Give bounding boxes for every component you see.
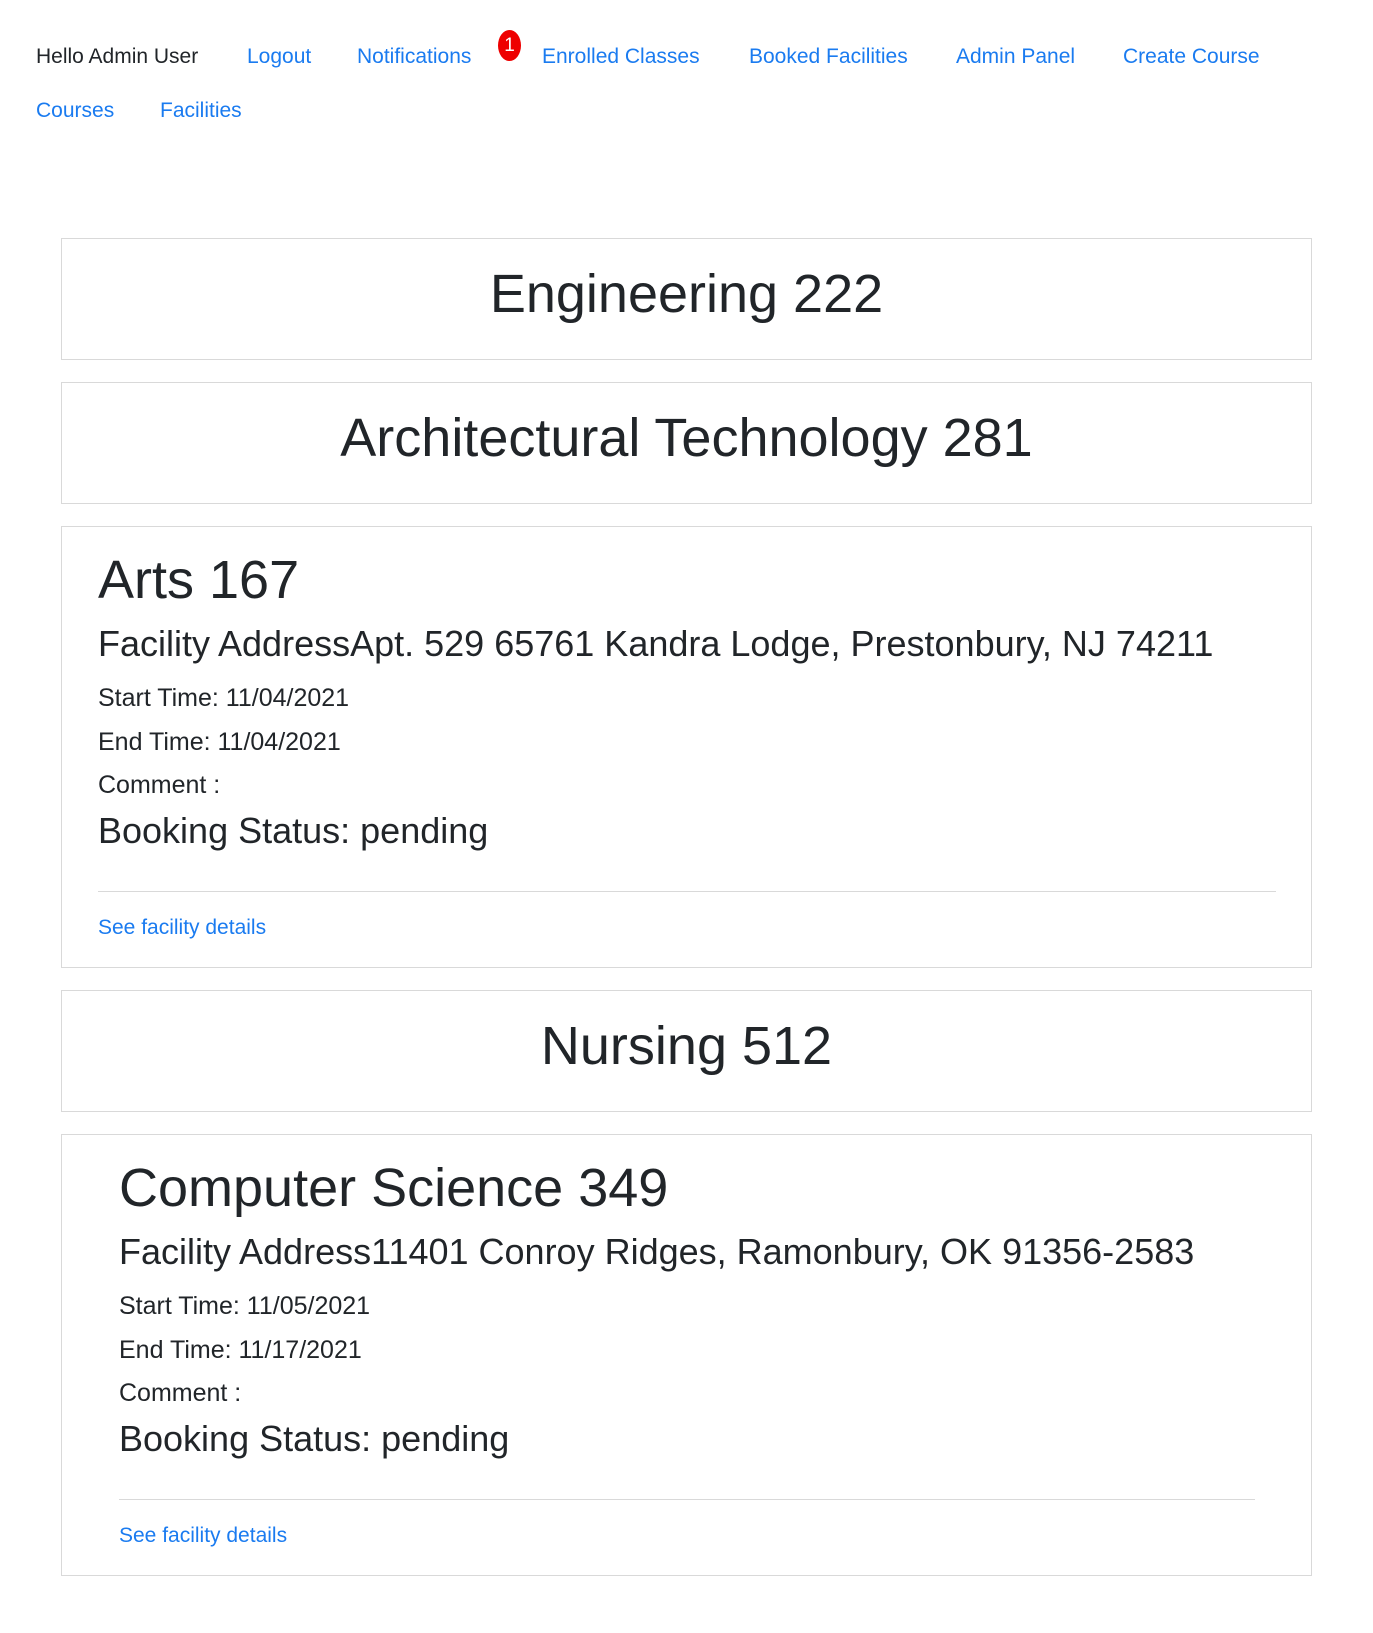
notification-count-badge[interactable]: 1 <box>498 30 521 61</box>
booking-title: Nursing 512 <box>540 1016 833 1076</box>
booking-card: Architectural Technology 281 <box>61 382 1312 504</box>
end-time: End Time: 11/04/2021 <box>98 728 341 756</box>
booking-card-expanded: Computer Science 349 Facility Address114… <box>61 1134 1312 1576</box>
see-facility-details-link[interactable]: See facility details <box>98 915 266 941</box>
facilities-link[interactable]: Facilities <box>160 98 242 124</box>
booking-card-expanded: Arts 167 Facility AddressApt. 529 65761 … <box>61 526 1312 968</box>
logout-link[interactable]: Logout <box>247 44 311 70</box>
greeting-text: Hello Admin User <box>36 45 199 68</box>
start-time: Start Time: 11/05/2021 <box>119 1292 371 1320</box>
start-time: Start Time: 11/04/2021 <box>98 684 350 712</box>
see-facility-details-link[interactable]: See facility details <box>119 1523 287 1549</box>
card-divider <box>119 1499 1255 1500</box>
top-navigation: Hello Admin User Logout Notifications 1 … <box>0 0 1373 140</box>
booking-title: Arts 167 <box>98 550 300 610</box>
admin-panel-link[interactable]: Admin Panel <box>956 44 1075 70</box>
booking-title: Architectural Technology 281 <box>340 408 1033 468</box>
create-course-link[interactable]: Create Course <box>1123 44 1260 70</box>
booking-card: Engineering 222 <box>61 238 1312 360</box>
booking-card: Nursing 512 <box>61 990 1312 1112</box>
enrolled-classes-link[interactable]: Enrolled Classes <box>542 44 700 70</box>
booking-status: Booking Status: pending <box>119 1418 510 1459</box>
booking-status: Booking Status: pending <box>98 810 489 851</box>
page: Hello Admin User Logout Notifications 1 … <box>0 0 1373 1633</box>
booked-facilities-link[interactable]: Booked Facilities <box>749 44 908 70</box>
comment: Comment : <box>119 1379 242 1407</box>
booking-title: Computer Science 349 <box>119 1158 669 1218</box>
end-time: End Time: 11/17/2021 <box>119 1336 362 1364</box>
booking-title: Engineering 222 <box>489 264 884 324</box>
facility-address: Facility Address11401 Conroy Ridges, Ram… <box>119 1231 1195 1272</box>
facility-address: Facility AddressApt. 529 65761 Kandra Lo… <box>98 623 1214 664</box>
notifications-link[interactable]: Notifications <box>357 44 471 70</box>
card-divider <box>98 891 1276 892</box>
courses-link[interactable]: Courses <box>36 98 114 124</box>
comment: Comment : <box>98 771 221 799</box>
